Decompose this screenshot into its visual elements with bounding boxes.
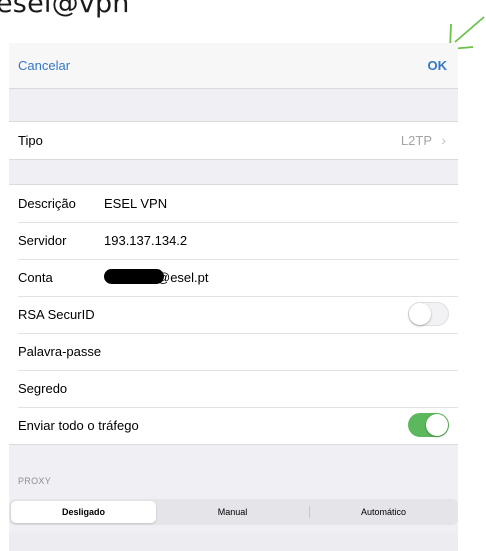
conta-row: Conta @esel.pt (9, 259, 458, 296)
proxy-option-automatico[interactable]: Automático (311, 501, 456, 523)
enviar-trafego-toggle[interactable] (408, 413, 449, 437)
proxy-section-header: PROXY (18, 476, 52, 486)
navigation-bar: Cancelar OK (9, 43, 458, 89)
bottom-strip (9, 533, 458, 551)
servidor-field[interactable]: 193.137.134.2 (104, 233, 187, 248)
segredo-label: Segredo (18, 381, 68, 396)
descricao-row: Descrição ESEL VPN (9, 185, 458, 222)
servidor-label: Servidor (18, 233, 67, 248)
tipo-label: Tipo (18, 133, 43, 148)
segredo-row[interactable]: Segredo (9, 370, 458, 407)
tipo-row[interactable]: Tipo L2TP › (9, 122, 458, 159)
rsa-toggle[interactable] (408, 302, 449, 326)
descricao-label: Descrição (18, 196, 76, 211)
rsa-label: RSA SecurID (18, 307, 95, 322)
palavra-passe-row[interactable]: Palavra-passe (9, 333, 458, 370)
segment-divider (309, 506, 310, 518)
conta-label: Conta (18, 270, 53, 285)
conta-field[interactable]: @esel.pt (157, 270, 209, 285)
ok-button[interactable]: OK (428, 58, 448, 73)
palavra-passe-label: Palavra-passe (18, 344, 102, 359)
vpn-fields-group: Descrição ESEL VPN Servidor 193.137.134.… (9, 184, 458, 445)
proxy-option-desligado[interactable]: Desligado (11, 501, 156, 523)
vpn-config-sheet: Cancelar OK Tipo L2TP › Descrição ESEL V… (9, 43, 458, 551)
enviar-trafego-label: Enviar todo o tráfego (18, 418, 139, 433)
servidor-row: Servidor 193.137.134.2 (9, 222, 458, 259)
toggle-knob (409, 303, 431, 325)
descricao-field[interactable]: ESEL VPN (104, 196, 167, 211)
cancel-button[interactable]: Cancelar (18, 58, 70, 73)
toggle-knob (426, 414, 448, 436)
tipo-group: Tipo L2TP › (9, 121, 458, 160)
segmented-track: Desligado Manual Automático (9, 499, 458, 525)
chevron-right-icon: › (441, 132, 446, 148)
proxy-option-manual[interactable]: Manual (160, 501, 305, 523)
rsa-row: RSA SecurID (9, 296, 458, 333)
tipo-value: L2TP (400, 133, 432, 148)
proxy-segmented-control: Desligado Manual Automático (9, 499, 458, 527)
enviar-trafego-row: Enviar todo o tráfego (9, 407, 458, 444)
caption-text: esel@vpn (0, 0, 130, 19)
redaction-mark (104, 269, 164, 284)
